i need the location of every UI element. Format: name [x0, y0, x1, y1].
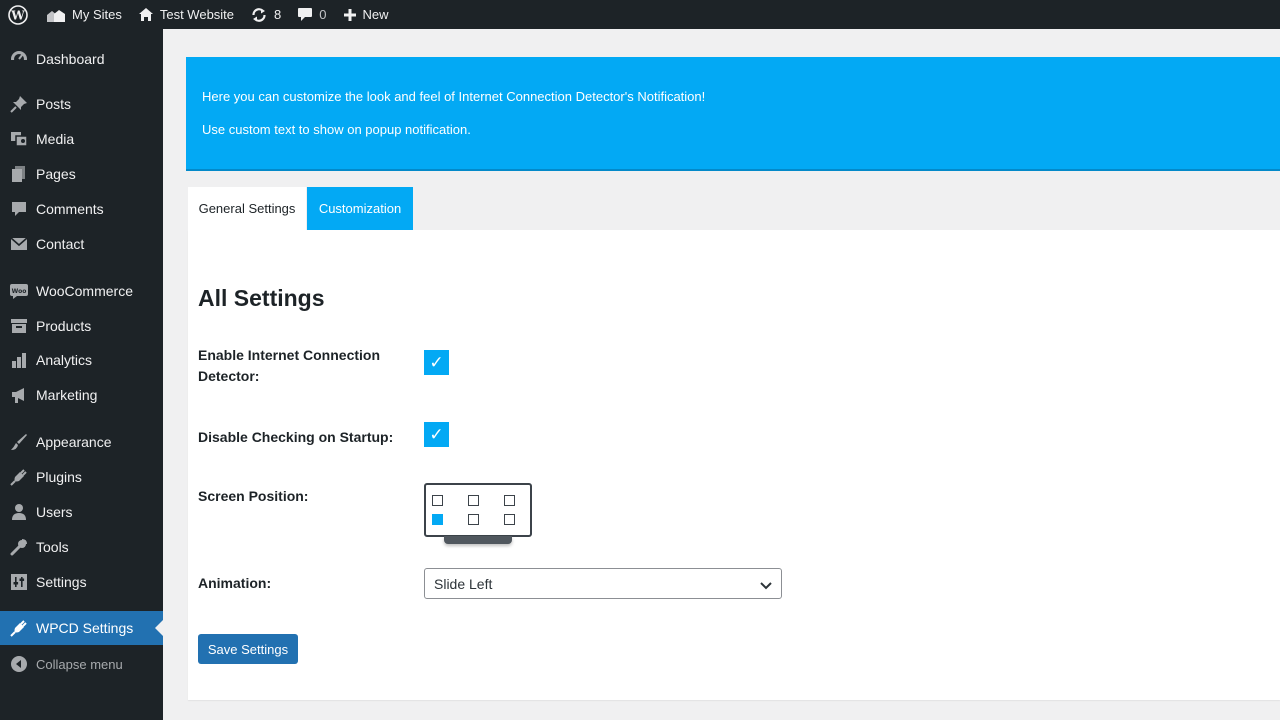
position-top-center[interactable] — [468, 495, 479, 506]
position-bottom-right[interactable] — [504, 514, 515, 525]
brush-icon — [0, 433, 36, 451]
screen-position-label: Screen Position: — [198, 488, 309, 504]
comments-count: 0 — [319, 7, 327, 22]
info-banner: Here you can customize the look and feel… — [186, 57, 1280, 171]
comment-icon — [0, 200, 36, 218]
position-top-left[interactable] — [432, 495, 443, 506]
pages-icon — [0, 165, 36, 183]
sidebar-item-plugins[interactable]: Plugins — [0, 460, 163, 494]
my-sites-label: My Sites — [72, 7, 122, 22]
wrench-icon — [0, 538, 36, 556]
chevron-down-icon — [760, 582, 772, 590]
archive-icon — [0, 317, 36, 335]
megaphone-icon — [0, 386, 36, 404]
page-title: All Settings — [198, 285, 325, 311]
home-icon — [138, 8, 153, 21]
animation-select[interactable]: Slide Left — [424, 568, 782, 599]
enable-detector-label: Enable Internet Connection Detector: — [198, 347, 381, 384]
banner-line-1: Here you can customize the look and feel… — [202, 89, 706, 104]
sidebar-item-media[interactable]: Media — [0, 122, 163, 156]
new-label: New — [362, 7, 389, 22]
disable-startup-checkbox[interactable]: ✓ — [424, 422, 449, 447]
user-icon — [0, 503, 36, 521]
site-name-label: Test Website — [159, 7, 235, 22]
plug-icon — [0, 468, 36, 486]
updates-count: 8 — [274, 7, 282, 22]
tab-general-settings[interactable]: General Settings — [188, 187, 306, 230]
sidebar-item-users[interactable]: Users — [0, 495, 163, 529]
sidebar-item-label: Posts — [36, 96, 72, 112]
sliders-icon — [0, 573, 36, 591]
position-bottom-center[interactable] — [468, 514, 479, 525]
checkmark-icon: ✓ — [429, 424, 444, 444]
disable-startup-label: Disable Checking on Startup: — [198, 429, 394, 445]
animation-selected-value: Slide Left — [434, 575, 493, 592]
sidebar-item-marketing[interactable]: Marketing — [0, 378, 163, 412]
sidebar-item-label: Pages — [36, 166, 76, 182]
updates-icon — [252, 7, 266, 22]
sidebar-item-label: Media — [36, 131, 75, 147]
enable-detector-checkbox[interactable]: ✓ — [424, 350, 449, 375]
plus-icon — [343, 8, 356, 21]
monitor-stand — [444, 536, 512, 544]
comment-bubble-icon — [298, 8, 313, 21]
sidebar-item-label: Users — [36, 504, 73, 520]
new-content-menu[interactable]: New — [335, 0, 397, 29]
svg-text:Woo: Woo — [12, 288, 27, 295]
admin-sidebar: Dashboard Posts Media Pages Comments Con… — [0, 29, 163, 720]
banner-line-2: Use custom text to show on popup notific… — [202, 122, 471, 137]
sidebar-item-contact[interactable]: Contact — [0, 227, 163, 261]
animation-label: Animation: — [198, 575, 272, 591]
screen-position-picker — [424, 483, 532, 537]
comments-menu[interactable]: 0 — [289, 0, 334, 29]
my-sites-icon — [47, 9, 65, 22]
sidebar-item-wpcd-settings[interactable]: WPCD Settings — [0, 611, 163, 645]
sidebar-item-label: Comments — [36, 201, 104, 217]
sidebar-item-label: Analytics — [36, 352, 93, 368]
sidebar-item-posts[interactable]: Posts — [0, 87, 163, 121]
tab-customization[interactable]: Customization — [307, 187, 413, 230]
sidebar-item-label: Tools — [36, 539, 69, 555]
sidebar-item-comments[interactable]: Comments — [0, 192, 163, 226]
position-top-right[interactable] — [504, 495, 515, 506]
sidebar-item-label: Settings — [36, 574, 87, 590]
my-sites-menu[interactable]: My Sites — [38, 0, 130, 29]
sidebar-item-label: Contact — [36, 236, 85, 252]
mail-icon — [0, 235, 36, 253]
sidebar-item-label: WooCommerce — [36, 283, 133, 299]
site-name-menu[interactable]: Test Website — [130, 0, 242, 29]
media-icon — [0, 130, 36, 148]
sidebar-item-pages[interactable]: Pages — [0, 157, 163, 191]
save-settings-button[interactable]: Save Settings — [198, 634, 298, 664]
collapse-icon — [0, 655, 36, 673]
plug-icon — [0, 619, 36, 637]
sidebar-item-settings[interactable]: Settings — [0, 565, 163, 599]
position-bottom-left[interactable] — [432, 514, 443, 525]
pin-icon — [0, 95, 36, 113]
sidebar-item-tools[interactable]: Tools — [0, 530, 163, 564]
sidebar-item-woocommerce[interactable]: Woo WooCommerce — [0, 274, 163, 308]
wordpress-logo-icon[interactable]: W — [0, 0, 38, 29]
sidebar-item-products[interactable]: Products — [0, 309, 163, 343]
sidebar-item-label: Dashboard — [36, 51, 105, 67]
sidebar-item-analytics[interactable]: Analytics — [0, 343, 163, 377]
sidebar-item-dashboard[interactable]: Dashboard — [0, 42, 163, 76]
sidebar-item-label: Plugins — [36, 469, 82, 485]
updates-menu[interactable]: 8 — [242, 0, 289, 29]
dashboard-icon — [0, 50, 36, 68]
bar-chart-icon — [0, 351, 36, 369]
sidebar-item-label: Marketing — [36, 387, 98, 403]
collapse-menu-label: Collapse menu — [36, 656, 123, 672]
woo-icon: Woo — [0, 283, 36, 299]
sidebar-item-label: Appearance — [36, 434, 112, 450]
sidebar-item-label: Products — [36, 318, 92, 334]
collapse-menu-button[interactable]: Collapse menu — [0, 647, 163, 681]
checkmark-icon: ✓ — [429, 352, 444, 372]
settings-panel: All Settings Enable Internet Connection … — [188, 230, 1280, 700]
sidebar-item-appearance[interactable]: Appearance — [0, 425, 163, 459]
admin-bar: W My Sites Test Website 8 0 New — [0, 0, 1280, 29]
svg-text:W: W — [10, 8, 25, 22]
sidebar-item-label: WPCD Settings — [36, 620, 134, 636]
